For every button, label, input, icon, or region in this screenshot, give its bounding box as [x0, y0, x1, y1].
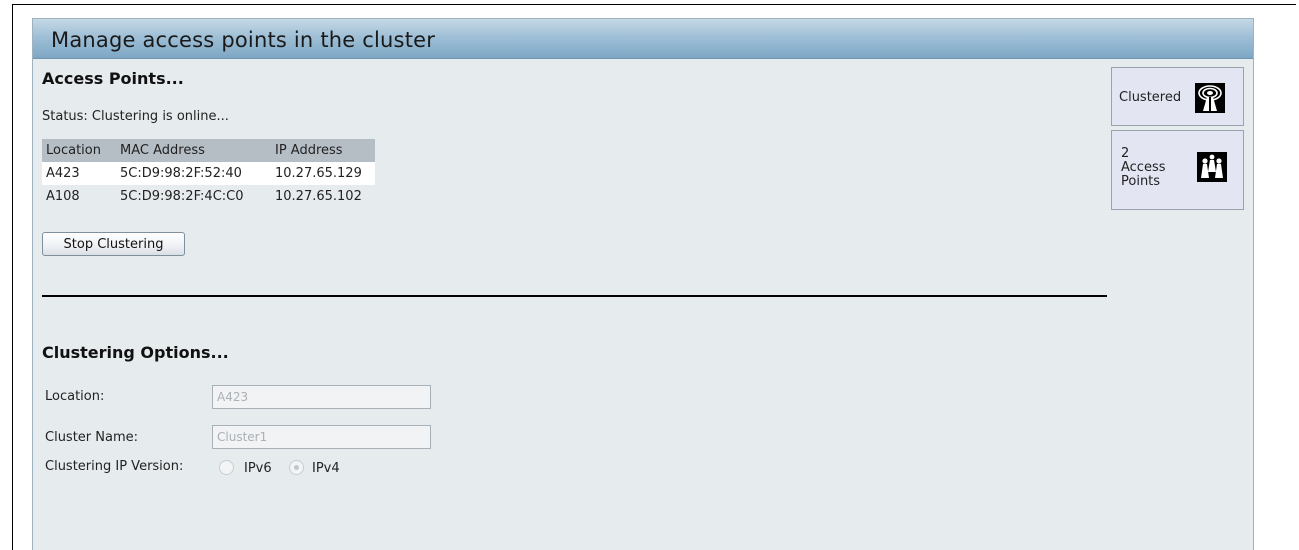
access-points-count-box: 2 Access Points — [1111, 130, 1244, 210]
clustered-status-box: Clustered — [1111, 67, 1244, 126]
cluster-status-text: Status: Clustering is online... — [42, 109, 229, 124]
section-divider — [42, 295, 1107, 297]
panel-header: Manage access points in the cluster — [33, 19, 1253, 59]
clustering-options-heading: Clustering Options... — [42, 343, 229, 362]
ap-count: 2 — [1121, 146, 1130, 161]
column-header-ip-address: IP Address — [271, 139, 375, 162]
table-row: A108 5C:D9:98:2F:4C:C0 10.27.65.102 — [42, 185, 375, 208]
wireless-tower-icon — [1195, 83, 1225, 113]
table-row: A423 5C:D9:98:2F:52:40 10.27.65.129 — [42, 162, 375, 185]
ap-count-label-line1: Access — [1121, 160, 1166, 175]
page-title: Manage access points in the cluster — [51, 28, 436, 52]
ipv6-radio-label: IPv6 — [244, 461, 272, 476]
cell-mac-address: 5C:D9:98:2F:4C:C0 — [116, 185, 271, 208]
cluster-name-label: Cluster Name: — [45, 430, 139, 445]
table-header-row: Location MAC Address IP Address — [42, 139, 375, 162]
column-header-location: Location — [42, 139, 116, 162]
ipv4-radio-label: IPv4 — [312, 461, 340, 476]
cell-ip-address: 10.27.65.129 — [271, 162, 375, 185]
ip-version-label: Clustering IP Version: — [45, 459, 184, 474]
ipv6-radio[interactable] — [219, 460, 234, 475]
column-header-mac-address: MAC Address — [116, 139, 271, 162]
cluster-panel: Manage access points in the cluster Acce… — [32, 18, 1254, 550]
cell-ip-address: 10.27.65.102 — [271, 185, 375, 208]
cluster-name-input[interactable] — [212, 425, 431, 449]
cell-location: A108 — [42, 185, 116, 208]
stop-clustering-button[interactable]: Stop Clustering — [42, 232, 185, 256]
access-points-heading: Access Points... — [42, 69, 184, 88]
location-input[interactable] — [212, 385, 431, 409]
cell-location: A423 — [42, 162, 116, 185]
cell-mac-address: 5C:D9:98:2F:52:40 — [116, 162, 271, 185]
access-points-table: Location MAC Address IP Address A423 5C:… — [42, 139, 375, 208]
clustered-label: Clustered — [1119, 90, 1182, 105]
ap-count-label-line2: Points — [1121, 174, 1161, 189]
location-label: Location: — [45, 389, 105, 404]
access-points-group-icon — [1197, 152, 1227, 182]
ipv4-radio[interactable] — [289, 460, 304, 475]
